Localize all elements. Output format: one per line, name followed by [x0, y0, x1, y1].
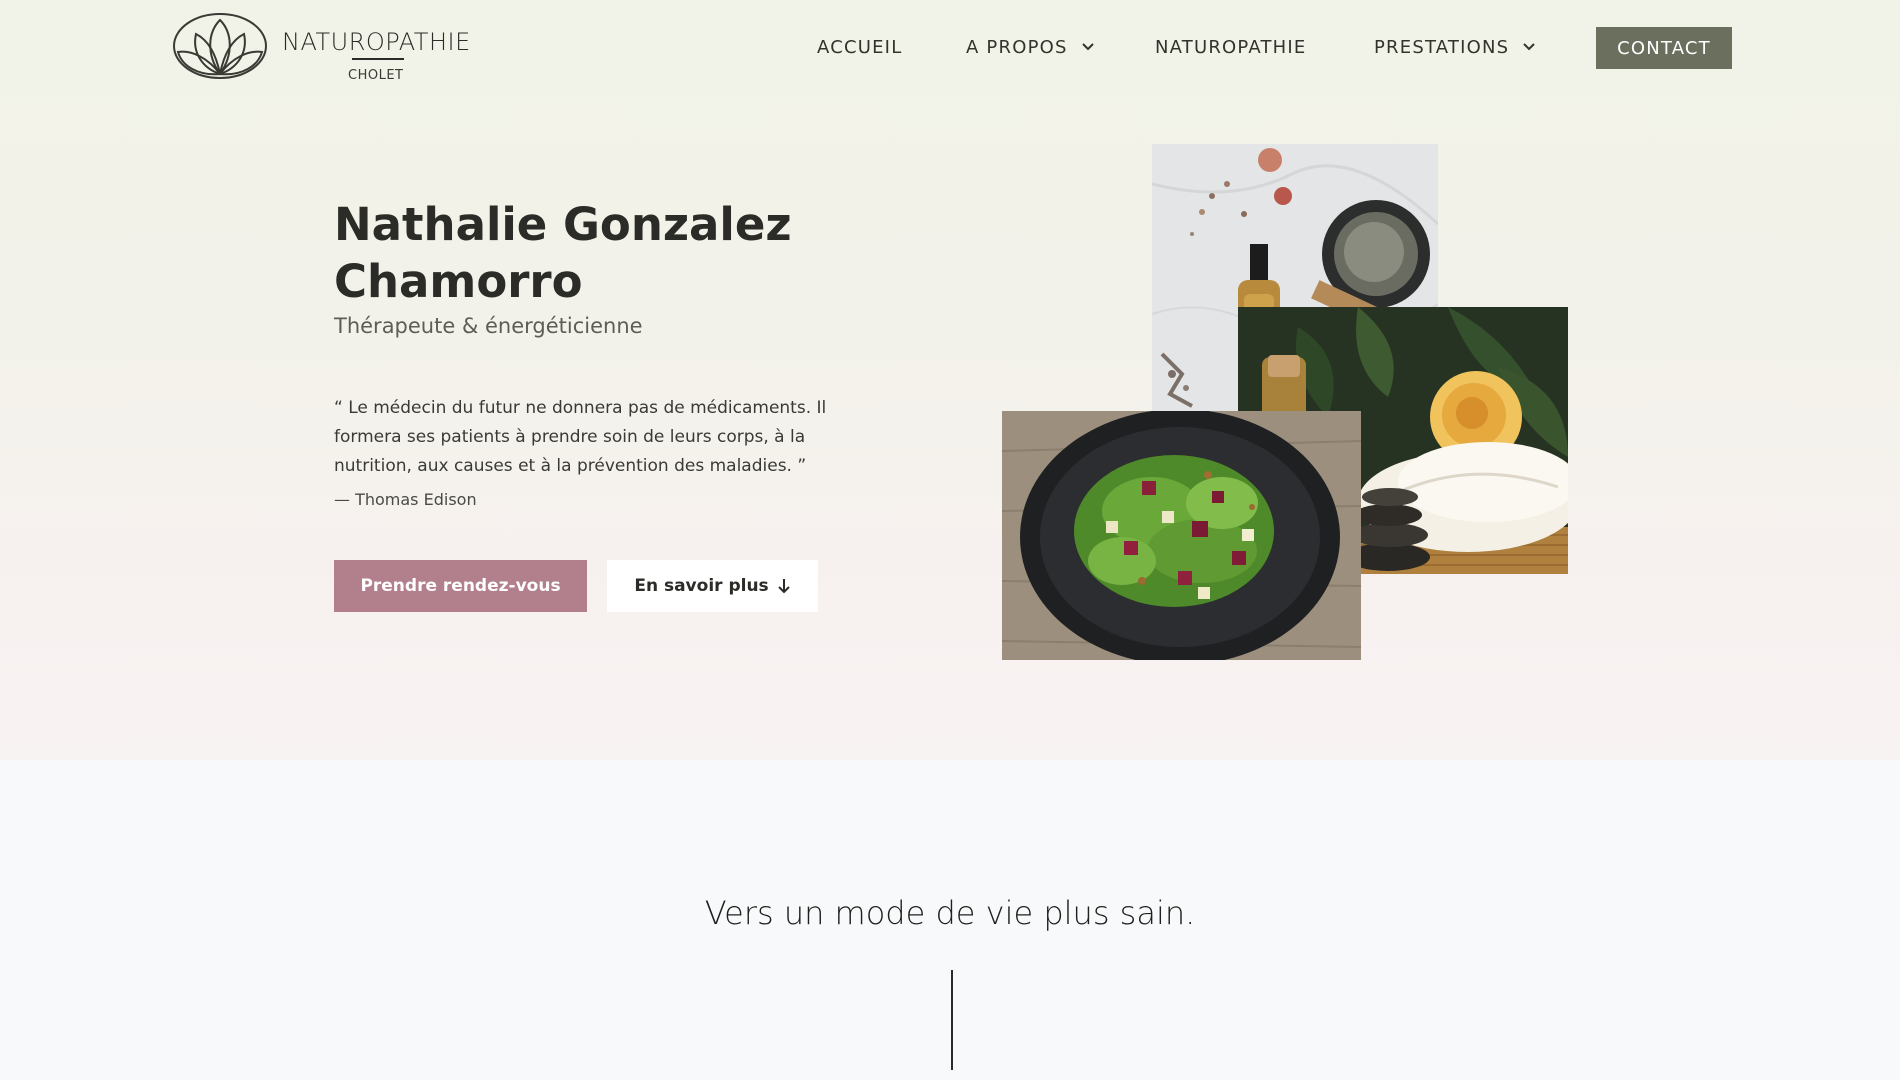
section-divider — [951, 970, 953, 1070]
hero-section — [0, 0, 1900, 760]
page-subtitle: Thérapeute & énergéticienne — [334, 314, 643, 338]
nav-naturopathie[interactable]: NATUROPATHIE — [1155, 37, 1306, 58]
title-line-1: Nathalie Gonzalez — [334, 198, 792, 251]
nav-a-propos[interactable]: A PROPOS — [966, 37, 1095, 58]
nav-accueil[interactable]: ACCUEIL — [817, 37, 902, 58]
nav-accueil-label: ACCUEIL — [817, 37, 903, 58]
learn-more-button[interactable]: En savoir plus — [607, 560, 818, 612]
salad-bowl-photo — [1002, 411, 1361, 660]
chevron-down-icon — [1523, 43, 1535, 51]
page-title: Nathalie Gonzalez Chamorro — [334, 196, 894, 310]
logo-subtitle: CHOLET — [348, 68, 404, 83]
quote-text: “ Le médecin du futur ne donnera pas de … — [334, 398, 827, 476]
nav-prestations[interactable]: PRESTATIONS — [1374, 37, 1536, 58]
book-appointment-button[interactable]: Prendre rendez-vous — [334, 560, 587, 612]
lotus-icon — [173, 13, 267, 79]
title-line-2: Chamorro — [334, 255, 583, 308]
logo-underline — [352, 58, 404, 60]
chevron-down-icon — [1081, 43, 1094, 51]
contact-button[interactable]: CONTACT — [1596, 27, 1732, 69]
logo-title: NATUROPATHIE — [282, 28, 471, 56]
site-logo[interactable]: NATUROPATHIE CHOLET — [172, 10, 482, 83]
nav-prestations-label: PRESTATIONS — [1374, 37, 1510, 58]
quote-author: — Thomas Edison — [334, 490, 477, 509]
nav-a-propos-label: A PROPOS — [966, 37, 1068, 58]
nav-naturopathie-label: NATUROPATHIE — [1155, 37, 1307, 58]
book-appointment-label: Prendre rendez-vous — [360, 576, 561, 596]
arrow-down-icon — [777, 579, 790, 594]
learn-more-label: En savoir plus — [634, 576, 769, 596]
section-title: Vers un mode de vie plus sain. — [704, 894, 1196, 932]
